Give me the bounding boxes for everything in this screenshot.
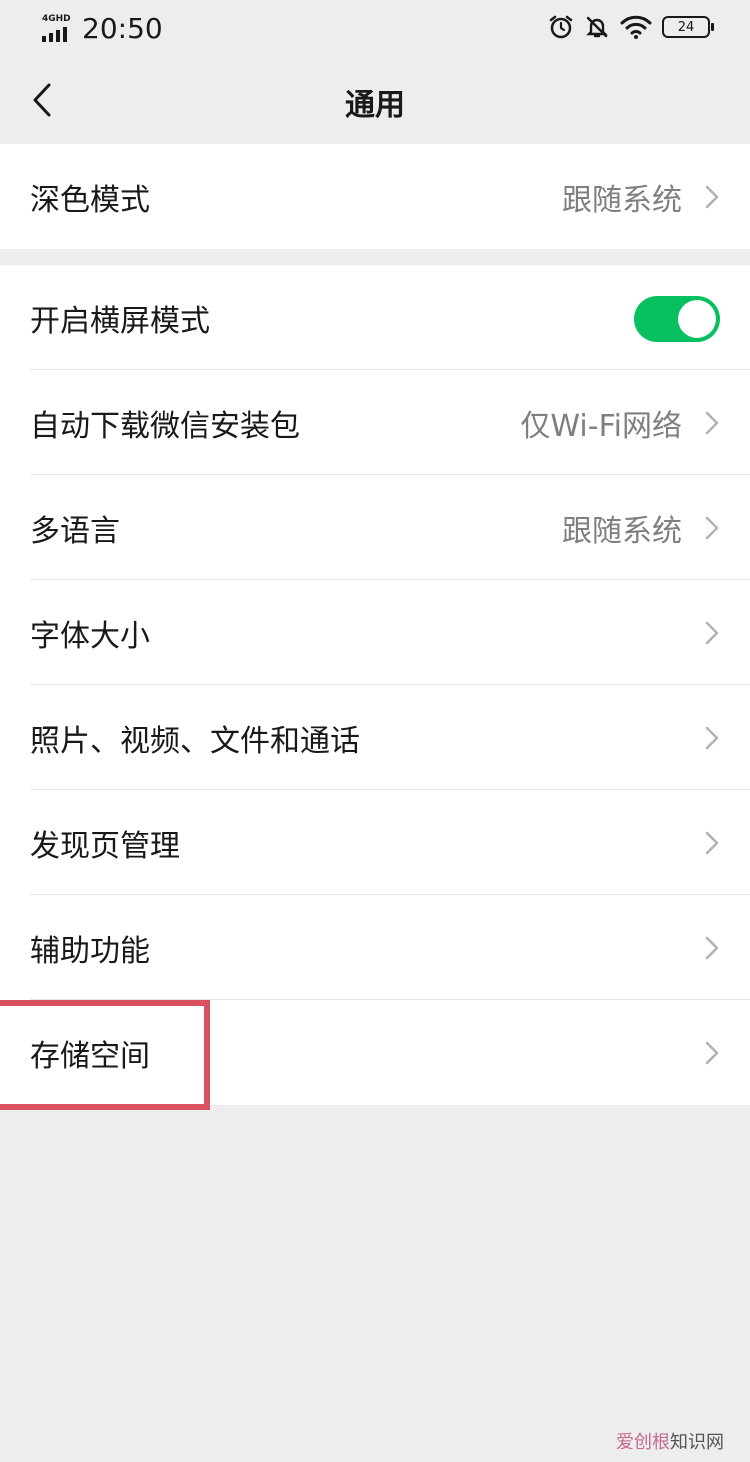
- setting-label: 发现页管理: [30, 828, 180, 864]
- setting-label: 多语言: [30, 513, 120, 549]
- wifi-icon: [620, 15, 652, 39]
- landscape-toggle[interactable]: [634, 296, 720, 342]
- setting-landscape-mode[interactable]: 开启横屏模式: [0, 265, 750, 370]
- setting-label: 自动下载微信安装包: [30, 408, 300, 444]
- watermark: 爱创根知识网: [616, 1428, 724, 1454]
- setting-font-size[interactable]: 字体大小: [0, 580, 750, 685]
- status-left: 4GHD 20:50: [40, 12, 163, 45]
- toggle-knob: [678, 300, 716, 338]
- watermark-brand: 爱创根: [616, 1432, 670, 1453]
- chevron-right-icon: [705, 516, 719, 540]
- nav-bar: 通用: [0, 60, 750, 140]
- alarm-icon: [548, 14, 574, 40]
- setting-dark-mode[interactable]: 深色模式 跟随系统: [0, 144, 750, 249]
- status-time: 20:50: [82, 12, 163, 45]
- chevron-right-icon: [705, 831, 719, 855]
- setting-discover-manage[interactable]: 发现页管理: [0, 790, 750, 895]
- setting-label: 照片、视频、文件和通话: [30, 723, 360, 759]
- watermark-suffix: 知识网: [670, 1432, 724, 1453]
- settings-group-display: 深色模式 跟随系统: [0, 144, 750, 249]
- setting-auto-download[interactable]: 自动下载微信安装包 仅Wi-Fi网络: [0, 370, 750, 475]
- setting-label: 字体大小: [30, 618, 150, 654]
- status-right: 24: [548, 14, 714, 40]
- status-bar: 4GHD 20:50 24: [0, 0, 750, 60]
- network-type: 4GHD: [42, 13, 71, 24]
- setting-label: 辅助功能: [30, 933, 150, 969]
- setting-media-files-calls[interactable]: 照片、视频、文件和通话: [0, 685, 750, 790]
- chevron-right-icon: [705, 936, 719, 960]
- setting-label: 深色模式: [30, 182, 150, 218]
- page-title: 通用: [345, 88, 405, 123]
- settings-group-general: 开启横屏模式 自动下载微信安装包 仅Wi-Fi网络 多语言 跟随系统 字体大小 …: [0, 265, 750, 1105]
- chevron-right-icon: [705, 726, 719, 750]
- chevron-right-icon: [705, 621, 719, 645]
- setting-value: 跟随系统: [562, 182, 682, 218]
- setting-accessibility[interactable]: 辅助功能: [0, 895, 750, 1000]
- mute-bell-icon: [584, 14, 610, 40]
- battery-icon: 24: [662, 16, 714, 38]
- chevron-right-icon: [705, 411, 719, 435]
- setting-value: 仅Wi-Fi网络: [520, 408, 682, 444]
- chevron-right-icon: [705, 1041, 719, 1065]
- highlight-box: [0, 1000, 210, 1110]
- cellular-signal-icon: 4GHD: [40, 14, 74, 44]
- battery-level: 24: [677, 19, 695, 35]
- setting-value: 跟随系统: [562, 513, 682, 549]
- setting-label: 开启横屏模式: [30, 303, 210, 339]
- setting-language[interactable]: 多语言 跟随系统: [0, 475, 750, 580]
- chevron-right-icon: [705, 185, 719, 209]
